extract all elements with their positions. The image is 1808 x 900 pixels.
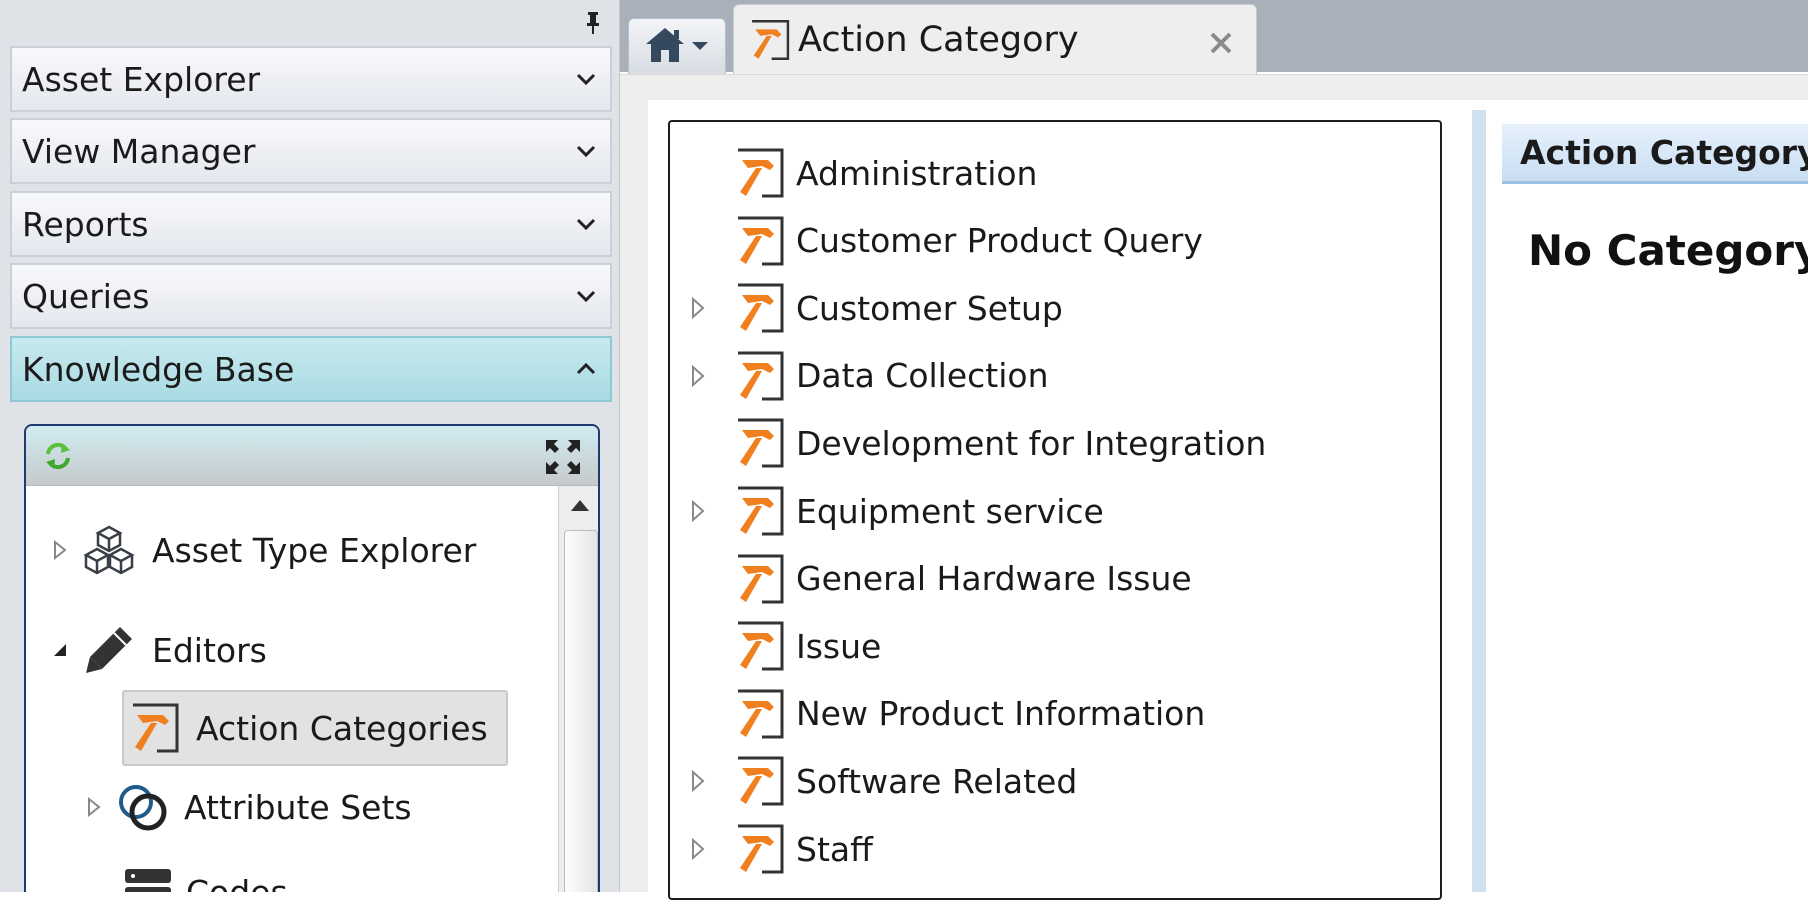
hammer-icon bbox=[734, 349, 786, 403]
hammer-icon bbox=[748, 18, 794, 62]
rings-icon bbox=[116, 780, 170, 834]
hammer-icon bbox=[734, 687, 786, 741]
category-item[interactable]: Software Related bbox=[670, 748, 1440, 814]
category-label: New Product Information bbox=[796, 694, 1206, 734]
section-label: Queries bbox=[22, 276, 150, 316]
hammer-icon bbox=[734, 619, 786, 673]
hammer-icon bbox=[734, 484, 786, 538]
chevron-up-icon bbox=[574, 357, 598, 381]
scrollbar-thumb[interactable] bbox=[564, 530, 598, 892]
expand-arrow-icon[interactable] bbox=[688, 297, 708, 320]
tree-item-label: Codes bbox=[186, 872, 288, 893]
hammer-icon bbox=[734, 281, 786, 335]
expand-arrow-icon[interactable] bbox=[688, 500, 708, 522]
tree-item-label: Attribute Sets bbox=[184, 787, 412, 827]
tree-item-editors[interactable]: Editors bbox=[50, 612, 267, 688]
chevron-down-icon bbox=[574, 212, 598, 236]
tree-item-label: Editors bbox=[152, 630, 267, 670]
section-knowledge-base[interactable]: Knowledge Base bbox=[10, 336, 612, 402]
tab-label: Action Category bbox=[798, 19, 1079, 60]
category-item[interactable]: Equipment service bbox=[670, 478, 1440, 544]
dropdown-arrow-icon bbox=[690, 37, 710, 56]
hammer-icon bbox=[128, 700, 182, 756]
expand-arrow-icon[interactable] bbox=[50, 540, 70, 560]
chevron-down-icon bbox=[574, 67, 598, 91]
pencil-icon bbox=[80, 621, 138, 679]
server-icon bbox=[122, 867, 176, 892]
section-label: Reports bbox=[22, 204, 149, 244]
chevron-down-icon bbox=[574, 139, 598, 163]
category-label: Staff bbox=[796, 829, 873, 869]
home-menu-button[interactable] bbox=[628, 18, 726, 74]
category-label: Equipment service bbox=[796, 491, 1104, 531]
detail-header-label: Action Category bbox=[1520, 133, 1808, 172]
tree-item-codes[interactable]: Codes bbox=[122, 862, 288, 892]
category-label: Software Related bbox=[796, 761, 1078, 801]
expand-arrow-icon[interactable] bbox=[688, 838, 708, 860]
section-view-manager[interactable]: View Manager bbox=[10, 118, 612, 184]
category-item[interactable]: Customer Setup bbox=[670, 275, 1440, 341]
refresh-icon[interactable] bbox=[42, 440, 74, 472]
category-label: Customer Setup bbox=[796, 288, 1063, 328]
vertical-scrollbar[interactable] bbox=[558, 486, 598, 892]
section-reports[interactable]: Reports bbox=[10, 191, 612, 257]
expand-arrow-icon[interactable] bbox=[688, 364, 708, 387]
empty-state-message: No Category bbox=[1528, 226, 1808, 275]
category-label: Development for Integration bbox=[796, 423, 1267, 463]
knowledge-base-panel: Asset Type Explorer Editors Action Categ… bbox=[24, 424, 600, 892]
cubes-icon bbox=[80, 521, 138, 579]
tab-action-category[interactable]: Action Category bbox=[733, 4, 1257, 74]
category-item[interactable]: Issue bbox=[670, 613, 1440, 679]
tree-item-label: Asset Type Explorer bbox=[152, 530, 477, 570]
navigation-pane: Asset Explorer View Manager Reports Quer… bbox=[0, 0, 620, 892]
detail-header: Action Category bbox=[1502, 124, 1808, 184]
expand-arrow-icon[interactable] bbox=[688, 770, 708, 793]
hammer-icon bbox=[734, 754, 786, 808]
home-icon bbox=[644, 26, 686, 68]
section-label: Asset Explorer bbox=[22, 59, 261, 99]
pane-splitter[interactable] bbox=[1472, 110, 1486, 892]
category-item[interactable]: Data Collection bbox=[670, 343, 1440, 409]
category-item[interactable]: Staff bbox=[670, 816, 1440, 882]
section-label: View Manager bbox=[22, 131, 256, 171]
category-tree: Administration Customer Product Query Cust… bbox=[668, 120, 1442, 900]
collapse-arrow-icon[interactable] bbox=[50, 640, 70, 660]
section-asset-explorer[interactable]: Asset Explorer bbox=[10, 46, 612, 112]
pin-icon[interactable] bbox=[583, 12, 603, 36]
section-label: Knowledge Base bbox=[22, 349, 295, 389]
hammer-icon bbox=[734, 822, 786, 876]
hammer-icon bbox=[734, 214, 786, 268]
hammer-icon bbox=[734, 552, 786, 606]
hammer-icon bbox=[734, 416, 786, 470]
category-label: Administration bbox=[796, 153, 1038, 193]
knowledge-base-toolbar bbox=[26, 426, 598, 486]
tree-item-attribute-sets[interactable]: Attribute Sets bbox=[84, 772, 412, 842]
tree-item-label: Action Categories bbox=[196, 708, 488, 748]
section-queries[interactable]: Queries bbox=[10, 263, 612, 329]
hammer-icon bbox=[734, 146, 786, 200]
category-label: Customer Product Query bbox=[796, 221, 1203, 261]
fullscreen-icon[interactable] bbox=[544, 438, 582, 476]
tree-item-action-categories[interactable]: Action Categories bbox=[122, 690, 508, 766]
category-label: Issue bbox=[796, 626, 882, 666]
category-item[interactable]: Administration bbox=[670, 140, 1440, 206]
category-item[interactable]: Development for Integration bbox=[670, 410, 1440, 476]
category-item[interactable]: General Hardware Issue bbox=[670, 546, 1440, 612]
expand-arrow-icon[interactable] bbox=[84, 797, 104, 817]
scroll-up-arrow-icon[interactable] bbox=[567, 496, 593, 516]
category-label: Data Collection bbox=[796, 356, 1049, 396]
tree-item-asset-type-explorer[interactable]: Asset Type Explorer bbox=[50, 512, 476, 588]
category-label: General Hardware Issue bbox=[796, 559, 1192, 599]
category-item[interactable]: New Product Information bbox=[670, 681, 1440, 747]
chevron-down-icon bbox=[574, 284, 598, 308]
category-item[interactable]: Customer Product Query bbox=[670, 208, 1440, 274]
close-icon[interactable] bbox=[1208, 25, 1234, 54]
